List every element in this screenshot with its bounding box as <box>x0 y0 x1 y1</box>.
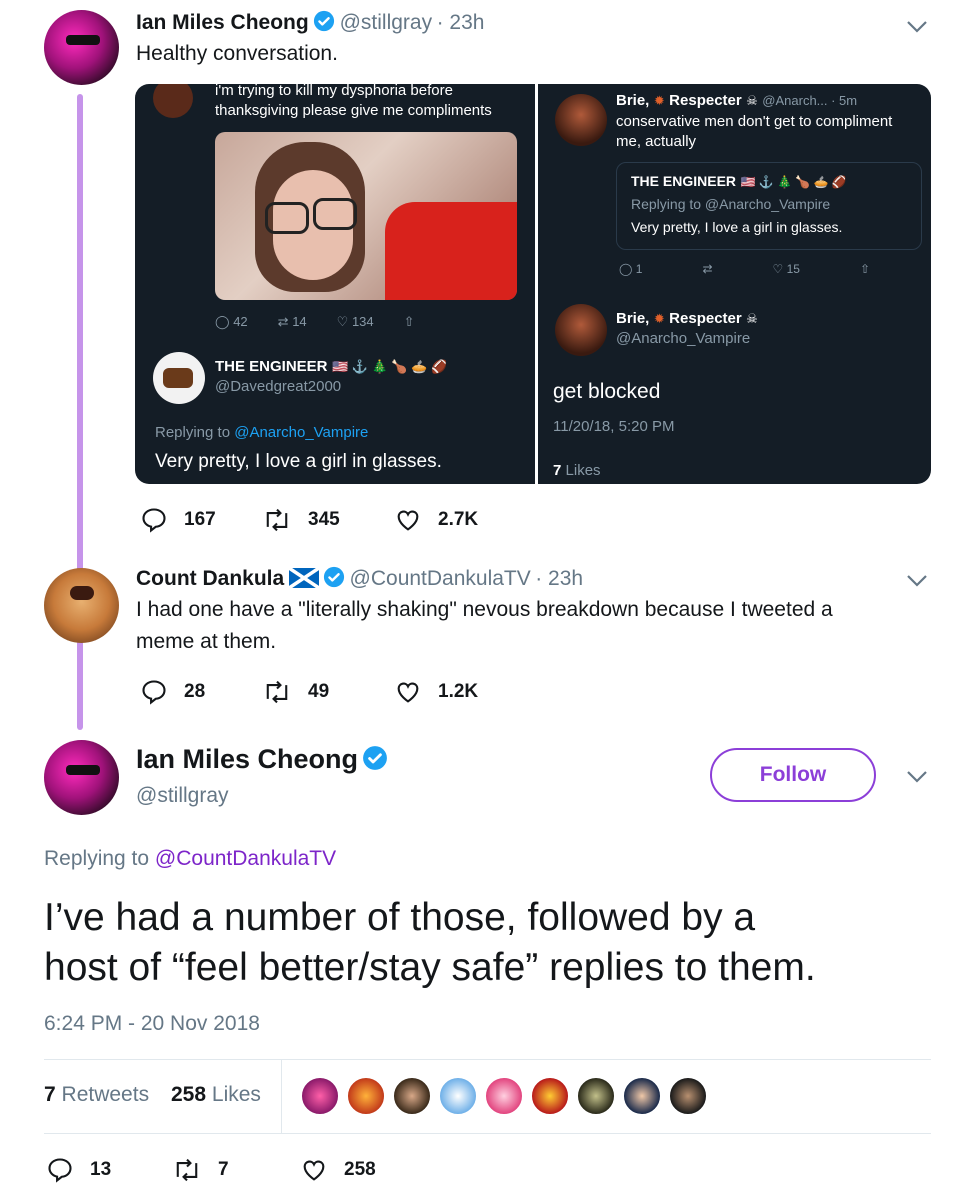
retweet-icon: ⇄ <box>702 262 713 276</box>
reply-author-handle: @Davedgreat2000 <box>215 378 342 395</box>
divider <box>44 1059 931 1060</box>
author-handle: @Anarcho_Vampire <box>616 330 751 347</box>
avatar[interactable] <box>668 1076 708 1116</box>
like-button[interactable]: 258 <box>300 1156 376 1184</box>
embed-text-line: me, actually <box>616 133 697 150</box>
tweet-time[interactable]: · 23h <box>535 567 583 590</box>
skull-icon: ☠ <box>746 93 758 108</box>
avatar[interactable] <box>44 10 119 85</box>
follow-button[interactable]: Follow <box>710 748 876 802</box>
divider <box>44 1133 931 1134</box>
reply-icon: ◯ <box>215 314 230 329</box>
quote-actions: ◯ 1 ⇄ ♡ 15 ⇧ <box>619 262 871 276</box>
tweet-text: I had one have a "literally shaking" nev… <box>136 598 833 621</box>
reply-button[interactable]: 13 <box>46 1156 111 1184</box>
divider <box>281 1060 282 1133</box>
avatar[interactable] <box>622 1076 662 1116</box>
avatar <box>153 84 193 118</box>
share-icon: ⇧ <box>403 314 415 329</box>
reply-button[interactable]: 28 <box>140 678 205 706</box>
reply-icon <box>48 1158 72 1183</box>
likes-count: 7 Likes <box>553 462 601 479</box>
retweet-icon <box>176 1158 198 1182</box>
tweet-time[interactable]: · 23h <box>437 11 485 34</box>
like-button[interactable]: 1.2K <box>394 678 478 706</box>
share-icon: ⇧ <box>859 262 871 276</box>
embed-text-line: thanksgiving please give me compliments <box>215 102 492 119</box>
timestamp[interactable]: 6:24 PM - 20 Nov 2018 <box>44 1012 260 1036</box>
avatar[interactable] <box>300 1076 340 1116</box>
panel-divider <box>535 84 538 484</box>
author-name[interactable]: Ian Miles Cheong <box>136 744 358 774</box>
avatar[interactable] <box>438 1076 478 1116</box>
avatar[interactable] <box>44 740 119 815</box>
tweet-header: Count Dankula @CountDankulaTV · 23h <box>136 566 583 591</box>
maple-leaf-icon: ✹ <box>653 93 665 108</box>
avatar[interactable] <box>44 568 119 643</box>
avatar <box>555 304 607 356</box>
verified-icon <box>323 566 345 588</box>
heart-icon <box>397 682 419 703</box>
avatar[interactable] <box>576 1076 616 1116</box>
reply-icon <box>142 508 166 533</box>
retweet-icon <box>266 508 288 532</box>
avatar[interactable] <box>484 1076 524 1116</box>
embed-actions: ◯ 42 ⇄ 14 ♡ 134 ⇧ <box>215 314 415 329</box>
tweet-text: meme at them. <box>136 630 277 653</box>
retweet-button[interactable]: 7 <box>172 1156 229 1184</box>
author-name: Brie, <box>616 92 650 109</box>
selfie-photo <box>215 132 517 300</box>
like-button[interactable]: 2.7K <box>394 506 478 534</box>
verified-icon <box>363 746 388 770</box>
author-handle[interactable]: @stillgray <box>136 784 229 808</box>
avatar[interactable] <box>346 1076 386 1116</box>
reply-icon <box>142 680 166 705</box>
chevron-down-icon[interactable] <box>906 770 928 784</box>
avatar <box>153 352 205 404</box>
author-name[interactable]: Count Dankula <box>136 567 284 590</box>
embed-text-line: i'm trying to kill my dysphoria before <box>215 84 453 99</box>
like-stats[interactable]: 258 Likes <box>171 1083 261 1107</box>
embed-text-line: conservative men don't get to compliment <box>616 113 893 130</box>
author-handle[interactable]: @stillgray <box>340 11 433 34</box>
heart-icon <box>397 510 419 531</box>
like-icon: ♡ <box>336 314 349 329</box>
retweet-button[interactable]: 49 <box>262 678 329 706</box>
retweet-icon: ⇄ <box>277 314 289 329</box>
reply-button[interactable]: 167 <box>140 506 216 534</box>
retweet-button[interactable]: 345 <box>262 506 340 534</box>
replying-to: Replying to @CountDankulaTV <box>44 847 337 870</box>
replying-to-link[interactable]: @CountDankulaTV <box>155 847 336 870</box>
tweet-text: Healthy conversation. <box>136 42 338 65</box>
avatar[interactable] <box>530 1076 570 1116</box>
verified-icon <box>314 10 335 32</box>
chevron-down-icon[interactable] <box>906 20 928 34</box>
reply-text: get blocked <box>553 380 661 403</box>
tweet-header: Ian Miles Cheong @stillgray · 23h <box>136 10 484 35</box>
chevron-down-icon[interactable] <box>906 574 928 588</box>
heart-icon <box>303 1160 325 1181</box>
main-tweet-text: I’ve had a number of those, followed by … <box>44 896 816 989</box>
author-name: Respecter <box>669 92 742 109</box>
author-name[interactable]: Ian Miles Cheong <box>136 11 309 34</box>
emoji-string: 🇺🇸 ⚓ 🎄 🍗 🥧 🏈 <box>331 359 448 374</box>
author-handle[interactable]: @CountDankulaTV <box>350 567 531 590</box>
embedded-image[interactable]: i'm trying to kill my dysphoria before t… <box>135 84 931 484</box>
quoted-tweet: THE ENGINEER 🇺🇸 ⚓ 🎄 🍗 🥧 🏈 Replying to @A… <box>616 162 922 250</box>
replying-to: Replying to @Anarcho_Vampire <box>155 424 369 441</box>
author-handle: @Anarch... · 5m <box>762 93 858 108</box>
avatar <box>555 94 607 146</box>
reply-text: Very pretty, I love a girl in glasses. <box>155 451 442 472</box>
scotland-flag-icon <box>288 568 319 588</box>
retweet-icon <box>266 680 288 704</box>
timestamp: 11/20/18, 5:20 PM <box>553 418 675 435</box>
retweet-stats[interactable]: 7 Retweets <box>44 1083 149 1107</box>
avatar[interactable] <box>392 1076 432 1116</box>
reply-author-name: THE ENGINEER <box>215 358 328 375</box>
